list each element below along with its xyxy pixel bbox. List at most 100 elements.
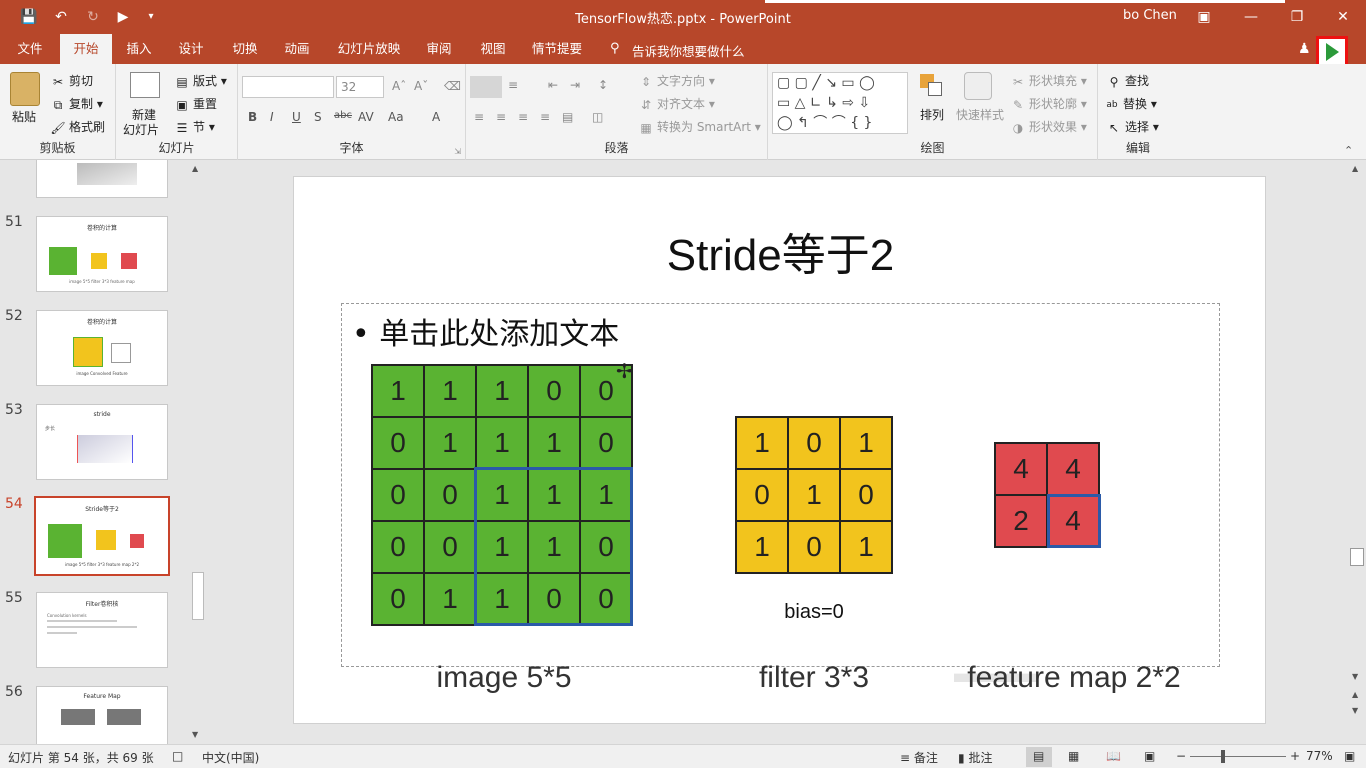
normal-view-button[interactable]: ▤ [1026, 747, 1052, 767]
justify-icon[interactable]: ≡ [540, 110, 550, 124]
previous-slide-icon[interactable]: ▲ [1352, 690, 1358, 699]
bold-icon[interactable]: B [248, 110, 257, 124]
slide-thumbnail-56[interactable]: Feature Map [36, 686, 168, 744]
tab-transitions[interactable]: 切换 [224, 34, 266, 64]
thumbnails-scroll-thumb[interactable] [192, 572, 204, 620]
quick-styles-icon[interactable] [964, 72, 992, 100]
thumbnails-scrollbar[interactable]: ▲ ▼ [190, 160, 204, 744]
collapse-ribbon-icon[interactable]: ⌃ [1344, 144, 1353, 157]
tab-insert[interactable]: 插入 [118, 34, 160, 64]
slide-title[interactable]: Stride等于2 [294, 219, 1267, 283]
zoom-in-icon[interactable]: + [1290, 749, 1300, 763]
new-slide-button-label[interactable]: 幻灯片 [123, 121, 159, 138]
underline-icon[interactable]: U [292, 110, 301, 124]
align-left-icon[interactable]: ≡ [474, 110, 484, 124]
tab-design[interactable]: 设计 [170, 34, 212, 64]
tab-file[interactable]: 文件 [8, 34, 52, 64]
new-slide-icon[interactable] [130, 72, 160, 98]
zoom-slider-thumb[interactable] [1221, 750, 1225, 763]
align-center-icon[interactable]: ≡ [496, 110, 506, 124]
tell-me-box[interactable]: 告诉我你想要做什么 [632, 41, 745, 60]
shape-outline-button[interactable]: ✎ 形状轮廓 ▾ [1010, 95, 1087, 112]
arrange-button[interactable]: 排列 [920, 106, 944, 123]
shape-fill-button[interactable]: ✂ 形状填充 ▾ [1010, 72, 1087, 89]
reset-button[interactable]: ▣ 重置 [174, 95, 217, 112]
bullets-icon[interactable] [470, 76, 502, 98]
find-button[interactable]: ⚲ 查找 [1106, 72, 1149, 89]
slide-sorter-icon[interactable]: ▦ [1068, 749, 1079, 763]
zoom-slider[interactable] [1190, 756, 1286, 757]
tab-home[interactable]: 开始 [60, 34, 112, 64]
slide-thumbnail-52[interactable]: 卷积的计算 image Convolved Feature [36, 310, 168, 386]
text-direction-button[interactable]: ⇕ 文字方向 ▾ [638, 72, 715, 89]
replace-button[interactable]: ab 替换 ▾ [1104, 95, 1156, 112]
font-dialog-launcher-icon[interactable]: ⇲ [454, 147, 461, 156]
scroll-up-icon[interactable]: ▲ [1352, 164, 1358, 173]
section-button[interactable]: ☰ 节 ▾ [174, 118, 215, 135]
strikethrough-icon[interactable]: abc [334, 110, 352, 121]
language-indicator[interactable]: 中文(中国) [202, 749, 259, 766]
fit-slide-icon[interactable]: ▣ [1344, 749, 1355, 763]
format-painter-button[interactable]: 🖌 格式刷 [50, 118, 105, 135]
scroll-down-icon[interactable]: ▼ [192, 730, 198, 739]
comments-button[interactable]: ▮ 批注 [958, 749, 992, 766]
tab-slide-show[interactable]: 幻灯片放映 [332, 34, 406, 64]
font-name-field[interactable] [242, 76, 334, 98]
user-name[interactable]: bo Chen [1123, 8, 1177, 23]
decrease-indent-icon[interactable]: ⇤ [548, 78, 558, 92]
scroll-down-icon[interactable]: ▼ [1352, 672, 1358, 681]
arrange-icon[interactable] [920, 74, 944, 98]
close-icon[interactable]: ✕ [1332, 7, 1354, 27]
columns-icon[interactable]: ◫ [592, 110, 603, 124]
slide-scrollbar[interactable]: ▲ ▼ ▲ ▼ [1348, 160, 1366, 744]
share-icon[interactable]: ♟ [1298, 41, 1311, 57]
select-button[interactable]: ↖ 选择 ▾ [1106, 118, 1159, 135]
copy-button[interactable]: ⧉ 复制 ▾ [50, 95, 103, 112]
cut-button[interactable]: ✂ 剪切 [50, 72, 93, 89]
quick-styles-button[interactable]: 快速样式 [956, 106, 1004, 123]
increase-indent-icon[interactable]: ⇥ [570, 78, 580, 92]
shapes-gallery[interactable]: ▢ ▢ ╱ ↘ ▭ ◯ ▭ △ ∟ ↳ ⇨ ⇩ ◯ ↰ ⌒ ⌒ { } [772, 72, 908, 134]
tab-animations[interactable]: 动画 [276, 34, 318, 64]
shape-effects-button[interactable]: ◑ 形状效果 ▾ [1010, 118, 1087, 135]
tab-storyboarding[interactable]: 情节提要 [526, 34, 588, 64]
tab-view[interactable]: 视图 [472, 34, 514, 64]
ribbon-display-icon[interactable]: ▣ [1193, 7, 1215, 27]
reading-view-icon[interactable]: 📖 [1106, 749, 1121, 763]
line-spacing-icon[interactable]: ↕ [598, 78, 608, 92]
layout-button[interactable]: ▤ 版式 ▾ [174, 72, 227, 89]
paste-icon[interactable] [10, 72, 40, 106]
slideshow-icon[interactable]: ▣ [1144, 749, 1155, 763]
smartart-button[interactable]: ▦ 转换为 SmartArt ▾ [638, 118, 760, 135]
slide-thumbnail-51[interactable]: 卷积的计算 image 5*5 filter 3*3 feature map [36, 216, 168, 292]
clear-formatting-icon[interactable]: ⌫ [444, 79, 461, 93]
grow-font-icon[interactable]: Aˆ [392, 79, 406, 93]
font-color-icon[interactable]: A [432, 110, 440, 124]
align-right-icon[interactable]: ≡ [518, 110, 528, 124]
zoom-level[interactable]: 77% [1306, 749, 1333, 763]
tab-review[interactable]: 审阅 [418, 34, 460, 64]
bullet-text[interactable]: • 单击此处添加文本 [352, 309, 619, 353]
zoom-out-icon[interactable]: − [1176, 749, 1186, 763]
slide-thumbnail-50[interactable] [36, 160, 168, 198]
text-shadow-icon[interactable]: S [314, 110, 322, 124]
paste-button[interactable]: 粘贴 [12, 108, 36, 125]
notes-button[interactable]: ≡ 备注 [900, 749, 938, 766]
character-spacing-icon[interactable]: AV [358, 110, 374, 124]
numbering-icon[interactable]: ≡ [508, 78, 518, 92]
next-slide-icon[interactable]: ▼ [1352, 706, 1358, 715]
slide-canvas[interactable]: Stride等于2 • 单击此处添加文本 ▬▬▬ 111000111000111… [293, 176, 1266, 724]
slide-thumbnail-55[interactable]: Filter卷积核 Convolution kernels [36, 592, 168, 668]
slide-thumbnail-53[interactable]: stride 步长 [36, 404, 168, 480]
scroll-up-icon[interactable]: ▲ [192, 164, 198, 173]
font-size-field[interactable]: 32 [336, 76, 384, 98]
distributed-icon[interactable]: ▤ [562, 110, 573, 124]
slide-scroll-thumb[interactable] [1350, 548, 1364, 566]
shrink-font-icon[interactable]: Aˇ [414, 79, 428, 93]
italic-icon[interactable]: I [270, 110, 274, 124]
restore-icon[interactable]: ❐ [1286, 7, 1308, 27]
change-case-icon[interactable]: Aa [388, 110, 404, 124]
minimize-icon[interactable]: — [1240, 7, 1262, 27]
spell-check-icon[interactable]: □ [172, 749, 183, 763]
align-text-button[interactable]: ⇵ 对齐文本 ▾ [638, 95, 715, 112]
